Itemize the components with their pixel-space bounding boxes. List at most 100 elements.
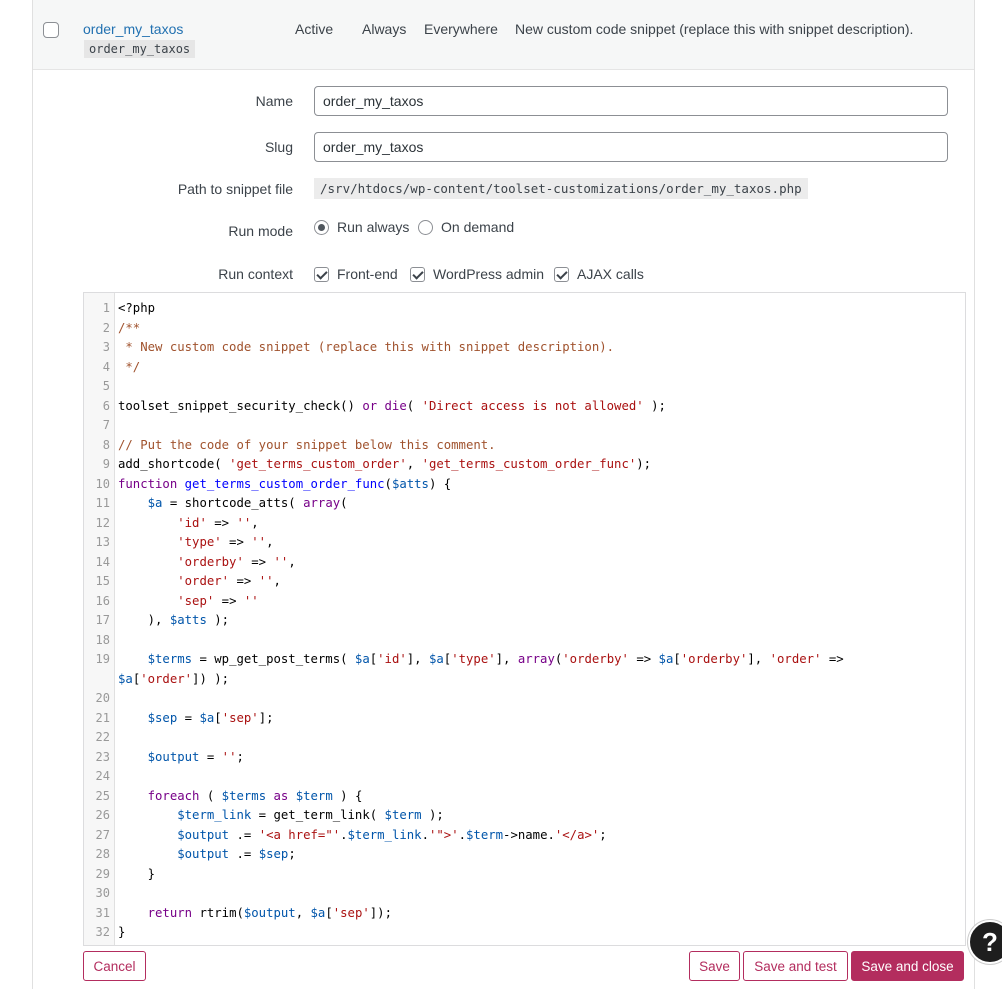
snippet-context: Everywhere	[424, 21, 498, 37]
save-button[interactable]: Save	[689, 951, 740, 981]
line-code[interactable]	[110, 631, 118, 651]
code-line[interactable]: 8// Put the code of your snippet below t…	[84, 436, 964, 456]
code-line[interactable]: 21 $sep = $a['sep'];	[84, 709, 964, 729]
line-code[interactable]: $output .= '<a href="'.$term_link.'">'.$…	[110, 826, 606, 846]
line-number: 20	[95, 691, 110, 705]
line-code[interactable]: function get_terms_custom_order_func($at…	[110, 475, 451, 495]
line-code[interactable]	[110, 767, 118, 787]
line-code[interactable]: $output .= $sep;	[110, 845, 295, 865]
code-line[interactable]: 22	[84, 728, 964, 748]
code-line[interactable]: 18	[84, 631, 964, 651]
on-demand-radio[interactable]	[418, 219, 433, 235]
line-number: 16	[95, 593, 110, 608]
code-line[interactable]: 3 * New custom code snippet (replace thi…	[84, 338, 964, 358]
line-number: 2	[102, 320, 110, 335]
line-number: 11	[95, 496, 110, 510]
snippet-slug: order_my_taxos	[84, 40, 196, 58]
line-code[interactable]: foreach ( $terms as $term ) {	[110, 787, 363, 807]
code-line[interactable]: 2/**	[84, 319, 964, 339]
line-code[interactable]: add_shortcode( 'get_terms_custom_order',…	[110, 455, 651, 475]
line-code[interactable]: ), $atts );	[110, 611, 229, 631]
code-line[interactable]: 29 }	[84, 865, 964, 885]
code-line[interactable]: 17 ), $atts );	[84, 611, 964, 631]
wpadmin-checkbox[interactable]	[410, 266, 425, 282]
line-code[interactable]: $a = shortcode_atts( array(	[110, 494, 348, 514]
code-line[interactable]: 14 'orderby' => '',	[84, 553, 964, 573]
line-number: 27	[95, 827, 110, 842]
code-line[interactable]: 5	[84, 377, 964, 397]
line-code[interactable]	[110, 416, 118, 436]
line-code[interactable]: }	[110, 865, 155, 885]
code-line[interactable]: 31 return rtrim($output, $a['sep']);	[84, 904, 964, 924]
code-line[interactable]: 24	[84, 767, 964, 787]
code-line[interactable]: 27 $output .= '<a href="'.$term_link.'">…	[84, 826, 964, 846]
code-line[interactable]: 9 add_shortcode( 'get_terms_custom_order'…	[84, 455, 964, 475]
frontend-checkbox[interactable]	[314, 266, 329, 282]
code-line[interactable]: 10 function get_terms_custom_order_func($…	[84, 475, 964, 495]
snippet-title-link[interactable]: order_my_taxos	[83, 21, 183, 37]
name-label: Name	[255, 93, 293, 109]
code-line[interactable]: 20	[84, 689, 964, 709]
line-code[interactable]: 'order' => '',	[110, 572, 281, 592]
slug-input[interactable]	[314, 132, 948, 162]
line-code[interactable]: }	[110, 923, 125, 943]
line-number: 8	[102, 437, 110, 452]
ajax-checkbox[interactable]	[554, 266, 569, 282]
line-code[interactable]	[110, 377, 118, 397]
save-and-close-button[interactable]: Save and close	[851, 951, 964, 981]
run-always-option[interactable]: Run always	[314, 219, 409, 235]
wpadmin-text: WordPress admin	[433, 266, 545, 282]
line-code[interactable]: */	[110, 358, 140, 378]
code-line[interactable]: 23 $output = '';	[84, 748, 964, 768]
line-code[interactable]: 'orderby' => '',	[110, 553, 295, 573]
ajax-option[interactable]: AJAX calls	[554, 266, 644, 282]
code-line[interactable]: 13 'type' => '',	[84, 533, 964, 553]
line-code[interactable]: 'id' => '',	[110, 514, 258, 534]
code-line[interactable]: 7	[84, 416, 964, 436]
code-line[interactable]: 30	[84, 884, 964, 904]
line-code[interactable]: $term_link = get_term_link( $term );	[110, 806, 444, 826]
snippet-run-mode: Always	[362, 21, 407, 37]
frontend-option[interactable]: Front-end	[314, 266, 398, 282]
code-line[interactable]: 16 'sep' => ''	[84, 592, 964, 612]
code-line[interactable]: 25 foreach ( $terms as $term ) {	[84, 787, 964, 807]
line-code[interactable]: * New custom code snippet (replace this …	[110, 338, 614, 358]
line-code[interactable]	[110, 689, 118, 709]
line-code[interactable]: $terms = wp_get_post_terms( $a['id'], $a…	[110, 650, 918, 689]
code-line[interactable]: 1 <?php	[84, 299, 964, 319]
line-number: 4	[102, 359, 110, 374]
code-line[interactable]: 6 toolset_snippet_security_check() or die…	[84, 397, 964, 417]
line-code[interactable]: $output = '';	[110, 748, 244, 768]
line-number: 18	[95, 632, 110, 647]
code-line[interactable]: 4 */	[84, 358, 964, 378]
code-line[interactable]: 26 $term_link = get_term_link( $term );	[84, 806, 964, 826]
code-line[interactable]: 32}	[84, 923, 964, 943]
code-line[interactable]: 28 $output .= $sep;	[84, 845, 964, 865]
line-code[interactable]: toolset_snippet_security_check() or die(…	[110, 397, 666, 417]
line-number: 12	[95, 515, 110, 530]
line-code[interactable]	[110, 728, 118, 748]
line-code[interactable]: 'type' => '',	[110, 533, 273, 553]
line-code[interactable]: 'sep' => ''	[110, 592, 258, 612]
line-code[interactable]: <?php	[110, 299, 155, 319]
code-editor[interactable]: 1 <?php 2/** 3 * New custom code snippet (r…	[83, 292, 966, 946]
run-always-radio[interactable]	[314, 219, 329, 235]
name-input[interactable]	[314, 86, 948, 116]
code-content[interactable]: 1 <?php 2/** 3 * New custom code snippet (r…	[84, 299, 964, 943]
line-code[interactable]	[110, 884, 118, 904]
on-demand-option[interactable]: On demand	[418, 219, 514, 235]
line-number: 6	[102, 398, 110, 413]
cancel-button[interactable]: Cancel	[83, 951, 146, 981]
line-code[interactable]: /**	[110, 319, 140, 339]
code-line[interactable]: 12 'id' => '',	[84, 514, 964, 534]
line-code[interactable]: $sep = $a['sep'];	[110, 709, 274, 729]
code-line[interactable]: 15 'order' => '',	[84, 572, 964, 592]
save-and-test-button[interactable]: Save and test	[743, 951, 848, 981]
line-code[interactable]: return rtrim($output, $a['sep']);	[110, 904, 392, 924]
line-code[interactable]: // Put the code of your snippet below th…	[110, 436, 496, 456]
code-line[interactable]: 11 $a = shortcode_atts( array(	[84, 494, 964, 514]
wpadmin-option[interactable]: WordPress admin	[410, 266, 544, 282]
code-line[interactable]: 19 $terms = wp_get_post_terms( $a['id'],…	[84, 650, 964, 689]
row-select-checkbox[interactable]	[43, 22, 59, 38]
line-number: 25	[95, 788, 110, 803]
